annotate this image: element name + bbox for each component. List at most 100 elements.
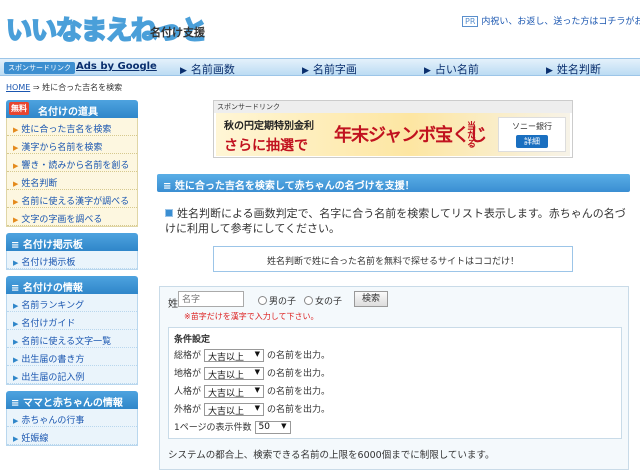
sidebar-heading-board: ≡ 名付け掲示板 [6, 233, 138, 251]
breadcrumb-current: 姓に合った吉名を検索 [42, 83, 123, 92]
sidebar-info-list: ▶ 名前ランキング ▶ 名付けガイド ▶ 名前に使える文字一覧 ▶ 出生届の書き方 ▶ 出… [6, 294, 138, 385]
triangle-right-icon: ▶ [546, 66, 553, 76]
dropdown-arrow-icon: ▼ [254, 404, 261, 412]
breadcrumb-separator: ⇒ [32, 83, 40, 92]
nav-link-1[interactable]: ▶ 名前画数 [180, 61, 235, 77]
sponsor-tag: スポンサードリンク [4, 62, 75, 74]
bullet-icon: ▶ [13, 259, 19, 267]
bullet-icon: ▶ [13, 198, 19, 206]
banner-ad[interactable]: スポンサードリンク 秋の円定期特別金利 さらに抽選で 年末ジャンボ宝くじ 当たる… [213, 100, 573, 158]
bullet-icon: ▶ [13, 180, 19, 188]
intro-text: 姓名判断による画数判定で、名字に合う名前を検索してリスト表示します。赤ちゃんの名… [165, 207, 626, 235]
radio-icon [258, 296, 267, 305]
ads-by-google-link[interactable]: Ads by Google [76, 61, 157, 72]
ad-bank-box: ソニー銀行 詳細 [498, 117, 566, 152]
sidebar-item[interactable]: ▶ 名付け掲示板 [7, 251, 137, 269]
bullet-icon: ▶ [13, 435, 19, 443]
radio-girl[interactable]: 女の子 [304, 294, 342, 307]
per-page-select[interactable]: 50 ▼ [254, 421, 291, 434]
bullet-icon: ▶ [13, 374, 19, 382]
sidebar-heading-tools: 無料 名付けの道具 [6, 100, 138, 118]
ad-image[interactable]: 秋の円定期特別金利 さらに抽選で 年末ジャンボ宝くじ 当たる ソニー銀行 詳細 [216, 113, 570, 156]
triangle-right-icon: ▶ [302, 66, 309, 76]
condition-settings: 条件設定 総格が 大吉以上 ▼ の名前を出力。 地格が 大吉以上 ▼ の名前を出力。 人格が… [168, 327, 622, 439]
pr-badge: PR [462, 16, 479, 27]
sidebar-item[interactable]: ▶ 姓名判断 [7, 172, 137, 190]
dropdown-arrow-icon: ▼ [254, 386, 261, 394]
bullet-icon: ▶ [13, 320, 19, 328]
ad-link-bar: スポンサードリンク Ads by Google ▶ 名前画数 ▶ 名前字画 ▶ 占い名… [0, 58, 640, 76]
search-button[interactable]: 検索 [354, 291, 388, 307]
site-header: いいなまえねっと 名付け支援 PR内祝い、お返し、送った方はコチラがおすすめ [0, 0, 640, 58]
hash-icon: ≡ [163, 181, 175, 192]
condition-title: 条件設定 [174, 335, 211, 345]
condition-row-earth: 地格が 大吉以上 ▼ の名前を出力。 [174, 367, 331, 381]
sidebar-tools-list: ▶ 姓に合った吉名を検索 ▶ 漢字から名前を検索 ▶ 響き・読みから名前を創る ▶ 姓名… [6, 118, 138, 227]
search-form: 姓 男の子 女の子 検索 ※苗字だけを漢字で入力して下さい。 条件設定 総格が大… [159, 286, 629, 470]
breadcrumb: HOME ⇒ 姓に合った吉名を検索 [6, 82, 122, 93]
breadcrumb-home[interactable]: HOME [6, 83, 30, 92]
sidebar-item[interactable]: ▶ 名前に使える漢字が調べる [7, 190, 137, 208]
condition-row-total: 総格が 大吉以上 ▼ の名前を出力。 [174, 349, 331, 363]
radio-boy[interactable]: 男の子 [258, 294, 296, 307]
bullet-icon: ▶ [13, 216, 19, 224]
condition-row-outer: 外格が 大吉以上 ▼ の名前を出力。 [174, 403, 331, 417]
nav-link-3[interactable]: ▶ 占い名前 [424, 61, 479, 77]
total-grade-select[interactable]: 大吉以上 ▼ [204, 349, 265, 363]
free-badge: 無料 [9, 102, 29, 115]
ad-suffix: 当たる [465, 121, 475, 148]
radio-icon [304, 296, 313, 305]
outer-grade-select[interactable]: 大吉以上 ▼ [204, 403, 265, 417]
sidebar-item[interactable]: ▶ 姓に合った吉名を検索 [7, 118, 137, 136]
page-title: ≡ 姓に合った吉名を検索して赤ちゃんの名づけを支援！ [157, 174, 630, 192]
sidebar-item[interactable]: ▶ 響き・読みから名前を創る [7, 154, 137, 172]
sidebar-item[interactable]: ▶ 名前に使える文字一覧 [7, 330, 137, 348]
bullet-icon: ▶ [13, 162, 19, 170]
sidebar-heading-mama: ≡ ママと赤ちゃんの情報 [6, 391, 138, 409]
pr-link[interactable]: PR内祝い、お返し、送った方はコチラがおすすめ [462, 14, 640, 27]
condition-row-person: 人格が 大吉以上 ▼ の名前を出力。 [174, 385, 331, 399]
surname-input[interactable] [178, 291, 244, 307]
triangle-right-icon: ▶ [180, 66, 187, 76]
hash-icon: ≡ [11, 283, 23, 294]
ad-detail-button[interactable]: 詳細 [516, 135, 548, 148]
surname-label: 姓 [168, 299, 178, 310]
sidebar: 無料 名付けの道具 ▶ 姓に合った吉名を検索 ▶ 漢字から名前を検索 ▶ 響き・読みか… [6, 100, 138, 452]
triangle-right-icon: ▶ [424, 66, 431, 76]
sidebar-item[interactable]: ▶ 漢字から名前を検索 [7, 136, 137, 154]
bullet-icon: ▶ [13, 126, 19, 134]
logo-subtitle: 名付け支援 [150, 26, 205, 39]
bullet-icon: ▶ [13, 338, 19, 346]
sidebar-item[interactable]: ▶ 名前ランキング [7, 294, 137, 312]
dropdown-arrow-icon: ▼ [281, 422, 287, 430]
pr-text[interactable]: 内祝い、お返し、送った方はコチラがおすすめ [481, 17, 640, 27]
bullet-icon: ▶ [13, 144, 19, 152]
bank-name: ソニー銀行 [512, 122, 552, 131]
person-grade-select[interactable]: 大吉以上 ▼ [204, 385, 265, 399]
bullet-icon: ▶ [13, 356, 19, 364]
dropdown-arrow-icon: ▼ [254, 368, 261, 376]
ad-line1: 秋の円定期特別金利 [224, 121, 314, 132]
bullet-icon: ▶ [13, 302, 19, 310]
condition-row-perpage: 1ページの表示件数 50 ▼ [174, 420, 294, 434]
sidebar-mama-list: ▶ 赤ちゃんの行事 ▶ 妊娠線 [6, 409, 138, 446]
nav-link-2[interactable]: ▶ 名前字画 [302, 61, 357, 77]
square-bullet-icon [165, 209, 173, 217]
ad-label: スポンサードリンク [214, 101, 572, 113]
sidebar-item[interactable]: ▶ 妊娠線 [7, 427, 137, 445]
sidebar-item[interactable]: ▶ 名付けガイド [7, 312, 137, 330]
sidebar-heading-info: ≡ 名付けの情報 [6, 276, 138, 294]
input-note: ※苗字だけを漢字で入力して下さい。 [184, 312, 319, 321]
sidebar-item[interactable]: ▶ 文字の字画を調べる [7, 208, 137, 226]
dropdown-arrow-icon: ▼ [254, 350, 261, 358]
sidebar-item[interactable]: ▶ 赤ちゃんの行事 [7, 409, 137, 427]
limit-note: システムの都合上、検索できる名前の上限を6000個までに制限しています。 [168, 450, 495, 461]
earth-grade-select[interactable]: 大吉以上 ▼ [204, 367, 265, 381]
hash-icon: ≡ [11, 240, 23, 251]
sidebar-item[interactable]: ▶ 出生届の書き方 [7, 348, 137, 366]
bullet-icon: ▶ [13, 417, 19, 425]
nav-link-4[interactable]: ▶ 姓名判断 [546, 61, 601, 77]
free-notice: 姓名判断で姓に合った名前を無料で探せるサイトはココだけ！ [213, 246, 573, 272]
sidebar-item[interactable]: ▶ 出生届の記入例 [7, 366, 137, 384]
ad-line2: さらに抽選で [224, 138, 308, 154]
